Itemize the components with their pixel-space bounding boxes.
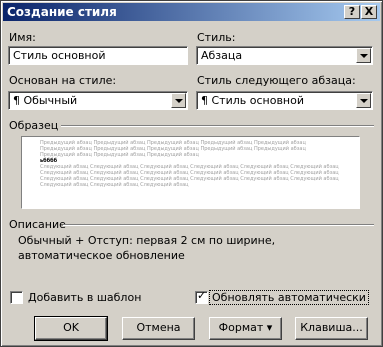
preview-previous-paragraph: Предыдущий абзац Предыдущий абзац Предыд… [40, 140, 306, 158]
description-text: Обычный + Отступ: первая 2 см по ширине,… [18, 234, 276, 262]
next-style-value: ¶ Стиль основной [201, 94, 304, 107]
style-type-value: Абзаца [201, 49, 243, 62]
cancel-button[interactable]: Отмена [122, 317, 195, 340]
chevron-down-icon[interactable] [356, 93, 371, 108]
name-label: Имя: [9, 31, 36, 44]
name-value: Стиль основной [13, 49, 106, 62]
next-style-label: Стиль следующего абзаца: [197, 74, 356, 87]
style-preview: Предыдущий абзац Предыдущий абзац Предыд… [21, 136, 360, 209]
style-type-select[interactable]: Абзаца [196, 46, 373, 65]
ok-button[interactable]: OK [34, 316, 108, 341]
add-to-template-label[interactable]: Добавить в шаблон [28, 291, 141, 304]
close-icon[interactable]: X [361, 5, 377, 19]
description-label: Описание [9, 218, 66, 231]
add-to-template-checkbox[interactable] [10, 291, 23, 304]
description-divider [63, 224, 374, 226]
help-icon[interactable]: ? [344, 5, 360, 19]
chevron-down-icon[interactable] [356, 48, 371, 63]
dialog-title: Создание стиля [7, 5, 117, 19]
format-button[interactable]: Формат ▾ [209, 317, 282, 340]
based-on-value: ¶ Обычный [13, 94, 78, 107]
based-on-select[interactable]: ¶ Обычный [8, 91, 188, 110]
preview-divider [61, 125, 374, 127]
create-style-dialog: Создание стиля ? X Имя: Стиль основной С… [0, 0, 383, 347]
title-bar: Создание стиля ? X [3, 3, 380, 21]
auto-update-checkbox[interactable] [195, 289, 208, 304]
auto-update-label[interactable]: Обновлять автоматически [209, 290, 369, 305]
preview-next-paragraph: Следующий абзац Следующий абзац Следующи… [40, 164, 339, 188]
based-on-label: Основан на стиле: [9, 74, 117, 87]
name-input[interactable]: Стиль основной [8, 46, 188, 65]
chevron-down-icon[interactable] [171, 93, 186, 108]
style-type-label: Стиль: [197, 31, 236, 44]
preview-label: Образец [9, 119, 59, 132]
shortcut-key-button[interactable]: Клавиша... [295, 317, 368, 340]
next-style-select[interactable]: ¶ Стиль основной [196, 91, 373, 110]
